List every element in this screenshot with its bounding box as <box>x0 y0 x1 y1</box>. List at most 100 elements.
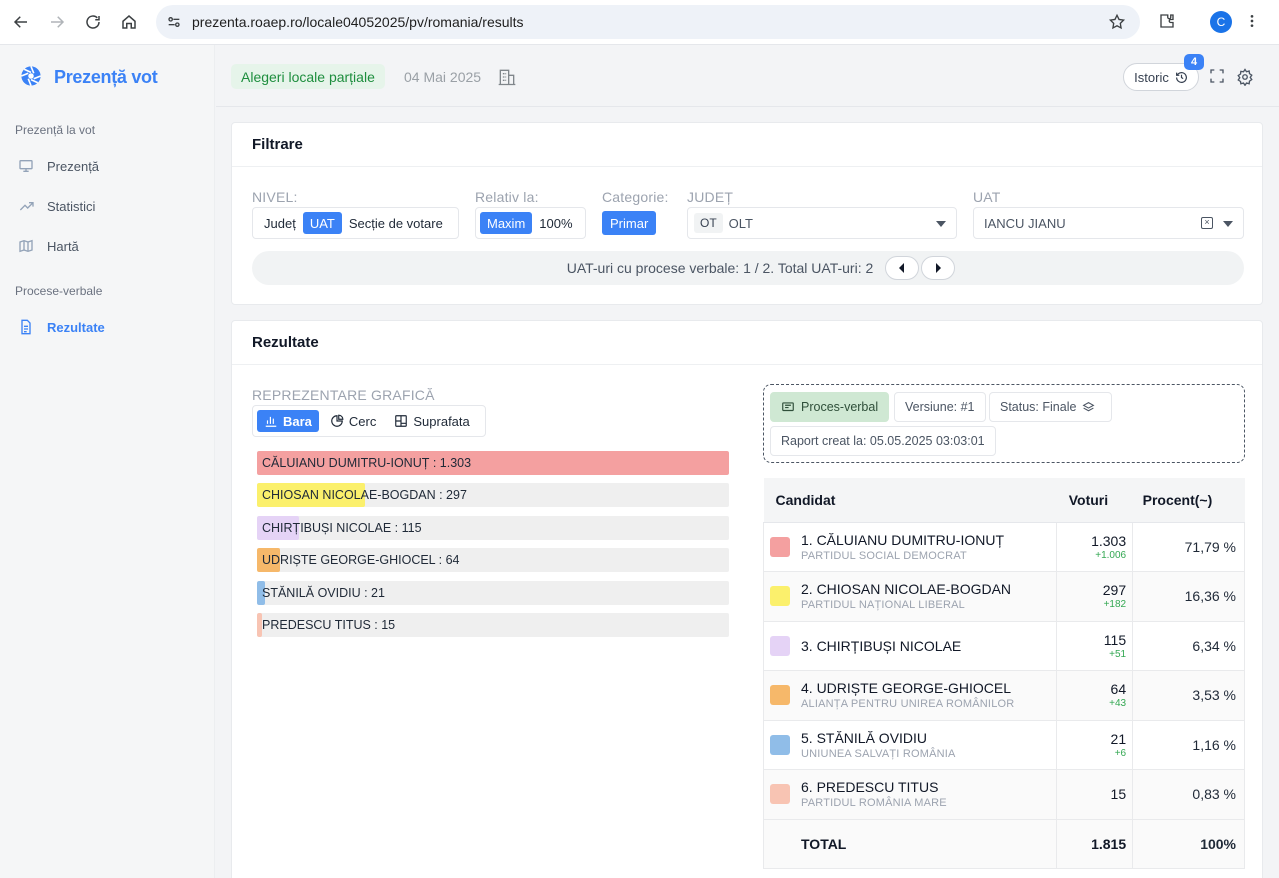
version-chip: Versiune: #1 <box>894 392 986 422</box>
sidebar: Prezență vot Prezență la vot Prezență St… <box>0 45 215 878</box>
bar-row[interactable]: CĂLUIANU DUMITRU-IONUȚ : 1.303 <box>257 451 729 475</box>
candidate-votes: 115 <box>1103 631 1127 648</box>
nivel-option-sectie[interactable]: Secție de votare <box>342 212 450 234</box>
chevron-down-icon[interactable] <box>936 221 946 227</box>
candidate-percent: 1,16 % <box>1132 720 1245 770</box>
uat-pager: UAT-uri cu procese verbale: 1 / 2. Total… <box>252 251 1244 285</box>
fullscreen-icon[interactable] <box>1209 68 1225 87</box>
relativ-option-maxim[interactable]: Maxim <box>480 212 533 234</box>
candidate-percent: 16,36 % <box>1132 571 1245 622</box>
gear-icon[interactable] <box>1236 68 1254 89</box>
bar-row[interactable]: PREDESCU TITUS : 15 <box>257 612 729 637</box>
relativ-label: Relativ la: <box>475 189 539 205</box>
election-date: 04 Mai 2025 <box>404 69 482 85</box>
judet-label: JUDEȚ <box>687 189 734 205</box>
relativ-option-100[interactable]: 100% <box>532 212 579 234</box>
nivel-option-uat[interactable]: UAT <box>302 212 342 234</box>
uat-select[interactable]: IANCU JIANU × <box>973 207 1244 239</box>
tab-cerc[interactable]: Cerc <box>323 410 383 432</box>
url-text[interactable]: prezenta.roaep.ro/locale04052025/pv/roma… <box>192 14 524 30</box>
chevron-down-icon[interactable] <box>1223 221 1233 227</box>
clear-icon[interactable]: × <box>1201 217 1213 229</box>
table-row: 2. CHIOSAN NICOLAE-BOGDAN PARTIDUL NAȚION… <box>762 571 1245 622</box>
bar-label: PREDESCU TITUS : 15 <box>262 617 396 632</box>
sidebar-item-harta[interactable]: Hartă <box>18 237 79 255</box>
building-icon[interactable] <box>497 67 517 90</box>
total-row: TOTAL 1.815 100% <box>762 819 1245 869</box>
candidate-votes: 64 <box>1110 681 1127 698</box>
proces-verbal-chip[interactable]: Proces-verbal <box>770 392 890 422</box>
reload-icon[interactable] <box>75 4 111 40</box>
sidebar-item-label: Rezultate <box>47 319 105 335</box>
site-settings-icon[interactable] <box>156 14 192 30</box>
bar-label: CHIRȚIBUȘI NICOLAE : 115 <box>262 520 422 535</box>
sidebar-item-label: Statistici <box>47 198 96 214</box>
bar-row[interactable]: CHIRȚIBUȘI NICOLAE : 115 <box>257 515 729 540</box>
tab-bara[interactable]: Bara <box>257 410 319 432</box>
aperture-logo-icon <box>20 65 42 90</box>
extensions-icon[interactable] <box>1158 12 1176 33</box>
candidate-party: PARTIDUL ROMÂNIA MARE <box>801 797 947 810</box>
nivel-selector: Județ UAT Secție de votare <box>252 207 459 239</box>
uat-value: IANCU JIANU <box>984 215 1066 231</box>
candidate-percent: 3,53 % <box>1132 670 1245 721</box>
candidate-party: PARTIDUL NAȚIONAL LIBERAL <box>801 599 965 612</box>
bar-label: UDRIȘTE GEORGE-GHIOCEL : 64 <box>262 553 460 568</box>
bar-row[interactable]: STĂNILĂ OVIDIU : 21 <box>257 580 729 605</box>
brand-logo[interactable]: Prezență vot <box>20 65 158 90</box>
candidate-color-swatch <box>770 734 790 755</box>
sidebar-section-pv: Procese-verbale <box>15 284 103 298</box>
table-row: 6. PREDESCU TITUS PARTIDUL ROMÂNIA MARE 1… <box>762 769 1245 820</box>
vote-delta: +182 <box>1103 599 1127 611</box>
nivel-option-judet[interactable]: Județ <box>257 212 303 234</box>
proces-verbal-label: Proces-verbal <box>801 400 879 414</box>
next-page-button[interactable] <box>921 256 955 280</box>
uat-label: UAT <box>973 189 1001 205</box>
home-icon[interactable] <box>111 4 147 40</box>
tab-label: Cerc <box>348 413 377 429</box>
graphic-representation-label: REPREZENTARE GRAFICĂ <box>252 387 435 403</box>
candidate-votes: 15 <box>1110 786 1127 803</box>
sidebar-section-presence: Prezență la vot <box>15 123 96 137</box>
column-header-percent[interactable]: Procent(~) <box>1132 478 1245 523</box>
candidate-name: 3. CHIRȚIBUȘI NICOLAE <box>801 637 962 654</box>
bookmark-star-icon[interactable] <box>1108 13 1126 34</box>
more-menu-icon[interactable] <box>1244 12 1260 33</box>
column-header-votes[interactable]: Voturi <box>1056 478 1133 523</box>
judet-select[interactable]: OT OLT <box>687 207 957 239</box>
page-header: Alegeri locale parțiale 04 Mai 2025 Isto… <box>216 45 1279 107</box>
prev-page-button[interactable] <box>885 256 919 280</box>
column-header-candidate[interactable]: Candidat <box>763 478 1057 523</box>
history-count-badge: 4 <box>1184 54 1204 70</box>
bar-label: CĂLUIANU DUMITRU-IONUȚ : 1.303 <box>262 456 472 470</box>
election-badge: Alegeri locale parțiale <box>231 64 385 89</box>
table-row: 5. STĂNILĂ OVIDIU UNIUNEA SALVAȚI ROMÂNIA… <box>762 720 1245 770</box>
sidebar-item-statistici[interactable]: Statistici <box>18 197 95 215</box>
caret-right-icon <box>936 263 941 273</box>
sidebar-item-prezenta[interactable]: Prezență <box>18 157 99 175</box>
forward-icon[interactable] <box>39 4 75 40</box>
candidate-percent: 71,79 % <box>1132 522 1245 572</box>
categorie-selector: Primar <box>602 207 660 239</box>
sidebar-item-label: Prezență <box>47 158 100 174</box>
sidebar-item-rezultate[interactable]: Rezultate <box>18 318 105 336</box>
candidate-party: UNIUNEA SALVAȚI ROMÂNIA <box>801 747 956 760</box>
address-bar[interactable]: prezenta.roaep.ro/locale04052025/pv/roma… <box>156 5 1140 39</box>
monitor-icon <box>18 157 36 175</box>
bar-row[interactable]: UDRIȘTE GEORGE-GHIOCEL : 64 <box>257 548 729 573</box>
profile-avatar[interactable]: C <box>1210 11 1232 33</box>
table-row: 4. UDRIȘTE GEORGE-GHIOCEL ALIANȚA PENTRU … <box>762 670 1245 721</box>
pager-text: UAT-uri cu procese verbale: 1 / 2. Total… <box>566 260 874 276</box>
bar-chart: CĂLUIANU DUMITRU-IONUȚ : 1.303 CHIOSAN NI… <box>257 451 729 645</box>
back-icon[interactable] <box>3 4 39 40</box>
vote-delta: +6 <box>1114 747 1127 759</box>
bar-label: CHIOSAN NICOLAE-BOGDAN : 297 <box>262 488 467 503</box>
tab-suprafata[interactable]: Suprafata <box>387 410 476 432</box>
tab-label: Bara <box>283 413 312 429</box>
bar-row[interactable]: CHIOSAN NICOLAE-BOGDAN : 297 <box>257 483 729 508</box>
candidate-name: 5. STĂNILĂ OVIDIU <box>801 729 928 746</box>
report-created-chip: Raport creat la: 05.05.2025 03:03:01 <box>770 426 996 456</box>
candidate-percent: 6,34 % <box>1132 621 1245 671</box>
history-button-label: Istoric <box>1134 69 1169 85</box>
categorie-option-primar[interactable]: Primar <box>602 211 657 235</box>
